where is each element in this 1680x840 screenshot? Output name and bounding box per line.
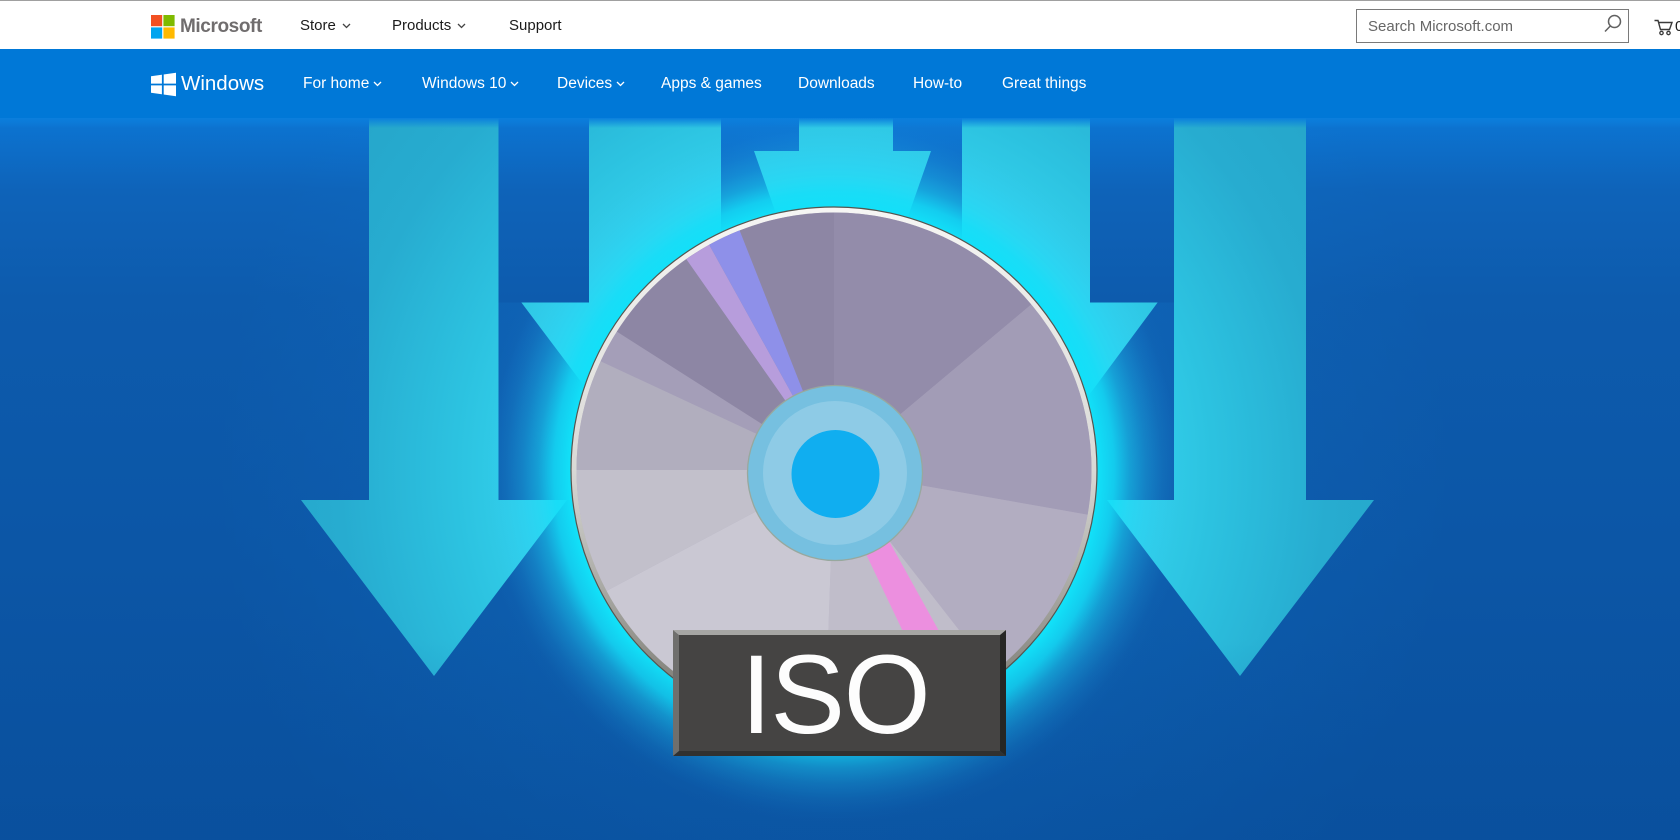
svg-text:ISO: ISO	[741, 632, 929, 757]
